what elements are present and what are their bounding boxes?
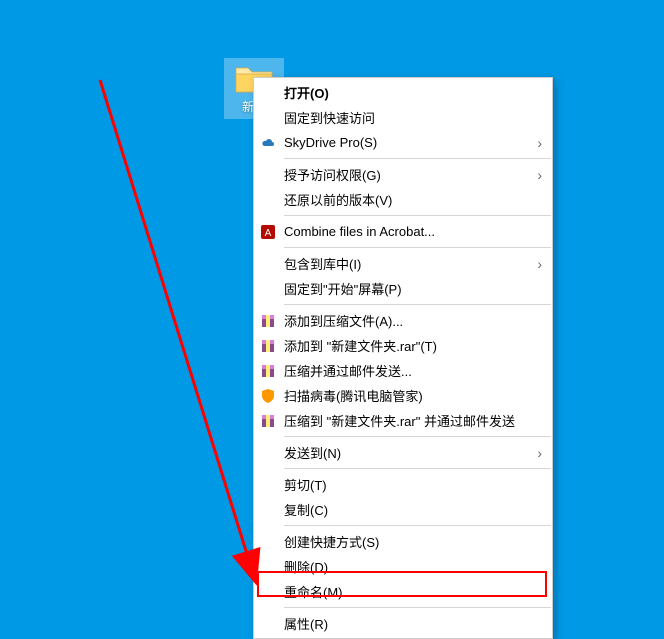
menu-compress-rar-email[interactable]: 压缩到 "新建文件夹.rar" 并通过邮件发送 bbox=[254, 408, 552, 433]
menu-label: 删除(D) bbox=[284, 557, 328, 576]
menu-add-archive[interactable]: 添加到压缩文件(A)... bbox=[254, 308, 552, 333]
shield-icon bbox=[260, 388, 276, 404]
menu-pin-start[interactable]: 固定到"开始"屏幕(P) bbox=[254, 276, 552, 301]
archive-icon bbox=[260, 338, 276, 354]
menu-label: 压缩并通过邮件发送... bbox=[284, 361, 412, 380]
chevron-right-icon: › bbox=[537, 256, 542, 272]
menu-separator bbox=[284, 304, 551, 305]
menu-label: 创建快捷方式(S) bbox=[284, 532, 379, 551]
menu-label: 重命名(M) bbox=[284, 582, 343, 601]
menu-label: 固定到快速访问 bbox=[284, 108, 375, 127]
menu-add-rar[interactable]: 添加到 "新建文件夹.rar"(T) bbox=[254, 333, 552, 358]
menu-pin-quick-access[interactable]: 固定到快速访问 bbox=[254, 105, 552, 130]
archive-icon bbox=[260, 313, 276, 329]
menu-label: SkyDrive Pro(S) bbox=[284, 135, 377, 150]
menu-label: 扫描病毒(腾讯电脑管家) bbox=[284, 386, 423, 405]
menu-separator bbox=[284, 468, 551, 469]
menu-scan-virus[interactable]: 扫描病毒(腾讯电脑管家) bbox=[254, 383, 552, 408]
menu-separator bbox=[284, 158, 551, 159]
menu-copy[interactable]: 复制(C) bbox=[254, 497, 552, 522]
menu-label: 授予访问权限(G) bbox=[284, 165, 381, 184]
menu-open[interactable]: 打开(O) bbox=[254, 80, 552, 105]
chevron-right-icon: › bbox=[537, 167, 542, 183]
menu-label: 压缩到 "新建文件夹.rar" 并通过邮件发送 bbox=[284, 411, 515, 430]
menu-combine-acrobat[interactable]: A Combine files in Acrobat... bbox=[254, 219, 552, 244]
archive-icon bbox=[260, 413, 276, 429]
menu-properties[interactable]: 属性(R) bbox=[254, 611, 552, 636]
menu-label: Combine files in Acrobat... bbox=[284, 224, 435, 239]
menu-rename[interactable]: 重命名(M) bbox=[254, 579, 552, 604]
menu-label: 剪切(T) bbox=[284, 475, 327, 494]
menu-label: 还原以前的版本(V) bbox=[284, 190, 392, 209]
menu-label: 固定到"开始"屏幕(P) bbox=[284, 279, 402, 298]
context-menu: 打开(O) 固定到快速访问 SkyDrive Pro(S) › 授予访问权限(G… bbox=[253, 77, 553, 639]
menu-create-shortcut[interactable]: 创建快捷方式(S) bbox=[254, 529, 552, 554]
menu-label: 发送到(N) bbox=[284, 443, 341, 462]
acrobat-icon: A bbox=[260, 224, 276, 240]
menu-send-to[interactable]: 发送到(N) › bbox=[254, 440, 552, 465]
cloud-icon bbox=[260, 135, 276, 151]
menu-separator bbox=[284, 436, 551, 437]
menu-label: 添加到 "新建文件夹.rar"(T) bbox=[284, 336, 437, 355]
menu-separator bbox=[284, 525, 551, 526]
menu-separator bbox=[284, 247, 551, 248]
svg-text:A: A bbox=[265, 228, 272, 239]
menu-grant-access[interactable]: 授予访问权限(G) › bbox=[254, 162, 552, 187]
menu-delete[interactable]: 删除(D) bbox=[254, 554, 552, 579]
chevron-right-icon: › bbox=[537, 445, 542, 461]
menu-separator bbox=[284, 215, 551, 216]
menu-label: 打开(O) bbox=[284, 83, 329, 102]
menu-label: 复制(C) bbox=[284, 500, 328, 519]
menu-restore-versions[interactable]: 还原以前的版本(V) bbox=[254, 187, 552, 212]
chevron-right-icon: › bbox=[537, 135, 542, 151]
menu-label: 添加到压缩文件(A)... bbox=[284, 311, 403, 330]
menu-skydrive[interactable]: SkyDrive Pro(S) › bbox=[254, 130, 552, 155]
menu-include-library[interactable]: 包含到库中(I) › bbox=[254, 251, 552, 276]
archive-icon bbox=[260, 363, 276, 379]
menu-label: 包含到库中(I) bbox=[284, 254, 361, 273]
menu-compress-email[interactable]: 压缩并通过邮件发送... bbox=[254, 358, 552, 383]
menu-cut[interactable]: 剪切(T) bbox=[254, 472, 552, 497]
menu-label: 属性(R) bbox=[284, 614, 328, 633]
